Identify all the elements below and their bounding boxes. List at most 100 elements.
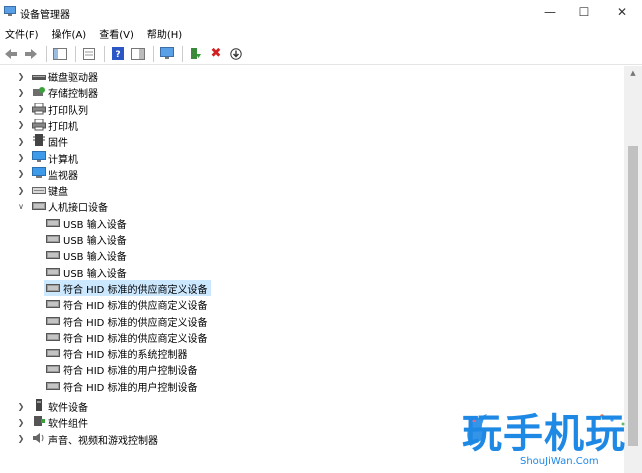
hid-icon xyxy=(46,316,60,325)
toolbar-separator xyxy=(75,45,76,62)
tree-item-label: 键盘 xyxy=(48,187,68,199)
tree-item-label: 磁盘驱动器 xyxy=(48,73,98,84)
chevron-right-icon[interactable]: ❯ xyxy=(16,169,26,179)
maximize-button[interactable]: ☐ xyxy=(566,0,602,24)
window-title: 设备管理器 xyxy=(20,10,70,21)
tree-item-label: 打印机 xyxy=(48,121,78,133)
tree-item-label: 监视器 xyxy=(48,170,78,182)
tree-item-label: USB 输入设备 xyxy=(63,252,127,264)
keyboard-icon xyxy=(32,187,46,195)
device-manager-icon xyxy=(4,6,16,16)
software-device-icon xyxy=(36,399,42,411)
close-icon: ✕ xyxy=(616,5,628,19)
tree-item-label: 计算机 xyxy=(48,154,78,166)
menu-help[interactable]: 帮助(H) xyxy=(142,26,190,41)
tree-item-hid-vendor-defined-selected[interactable]: 符合 HID 标准的供应商定义设备 xyxy=(44,279,211,296)
tree-item-label: 软件组件 xyxy=(48,419,88,431)
tree-item-label: 人机接口设备 xyxy=(48,203,108,215)
hid-icon xyxy=(46,332,60,341)
properties-button[interactable] xyxy=(80,45,98,63)
tree-item-label: USB 输入设备 xyxy=(63,268,127,280)
hid-icon xyxy=(46,235,60,243)
chevron-right-icon[interactable]: ❯ xyxy=(16,87,26,97)
hid-icon xyxy=(46,365,60,374)
toolbar-separator xyxy=(182,45,183,62)
tree-item-label: 符合 HID 标准的供应商定义设备 xyxy=(63,317,208,329)
hid-icon xyxy=(32,202,46,211)
show-hide-console-tree-button[interactable] xyxy=(51,45,69,63)
scan-hardware-button[interactable] xyxy=(158,45,176,63)
download-circle-icon xyxy=(230,47,242,60)
menu-view[interactable]: 查看(V) xyxy=(94,26,142,41)
hid-icon xyxy=(46,218,60,227)
svg-text:?: ? xyxy=(115,50,120,60)
help-icon: ? xyxy=(112,47,124,60)
firmware-icon xyxy=(33,134,45,147)
tree-item-label: 固件 xyxy=(48,138,68,150)
tree-item-label: 符合 HID 标准的用户控制设备 xyxy=(63,366,198,378)
tree-item-label: 打印队列 xyxy=(48,105,88,117)
hid-icon xyxy=(46,267,60,276)
tree-item-label: 声音、视频和游戏控制器 xyxy=(48,435,158,447)
forward-button[interactable] xyxy=(22,45,40,63)
monitor-icon xyxy=(32,166,46,178)
chevron-right-icon[interactable]: ❯ xyxy=(16,120,26,130)
tree-item-label: 符合 HID 标准的用户控制设备 xyxy=(63,382,198,394)
back-button[interactable] xyxy=(2,45,20,63)
menu-action[interactable]: 操作(A) xyxy=(47,26,95,41)
hid-icon xyxy=(46,300,60,309)
speaker-icon xyxy=(33,432,44,443)
help-button[interactable]: ? xyxy=(109,45,127,63)
tree-item-label: 符合 HID 标准的供应商定义设备 xyxy=(63,301,208,313)
toolbar-separator xyxy=(104,45,105,62)
chevron-right-icon[interactable]: ❯ xyxy=(16,185,26,195)
toolbar-separator xyxy=(46,45,47,62)
console-tree-icon xyxy=(53,47,67,60)
title-bar: 设备管理器 — ☐ ✕ xyxy=(0,0,642,24)
computer-icon xyxy=(32,150,46,162)
toolbar: ? ✖ xyxy=(0,43,642,65)
chevron-right-icon[interactable]: ❯ xyxy=(16,104,26,114)
hid-icon xyxy=(46,381,60,390)
hid-icon xyxy=(46,349,60,358)
red-x-icon: ✖ xyxy=(210,46,222,61)
software-component-icon xyxy=(34,416,45,427)
tree-item-label: USB 输入设备 xyxy=(63,236,127,247)
watermark-site: ShouJiWan.Com xyxy=(520,456,599,467)
action-pane-button[interactable] xyxy=(129,45,147,63)
maximize-icon: ☐ xyxy=(578,5,590,19)
chevron-right-icon[interactable]: ❯ xyxy=(16,71,26,81)
tree-item-label: USB 输入设备 xyxy=(63,219,127,231)
toolbar-separator xyxy=(153,45,154,62)
tree-item-label: 符合 HID 标准的供应商定义设备 xyxy=(63,333,208,345)
update-driver-button[interactable] xyxy=(187,45,205,63)
back-arrow-icon xyxy=(5,48,17,59)
scroll-up-icon[interactable]: ▲ xyxy=(624,66,642,80)
tree-item-label: 软件设备 xyxy=(48,403,88,414)
chevron-right-icon[interactable]: ❯ xyxy=(16,136,26,146)
uninstall-device-button[interactable]: ✖ xyxy=(207,45,225,63)
action-pane-icon xyxy=(131,47,145,60)
minimize-button[interactable]: — xyxy=(532,0,568,24)
chevron-right-icon[interactable]: ❯ xyxy=(16,417,26,427)
close-button[interactable]: ✕ xyxy=(604,0,640,24)
menu-file[interactable]: 文件(F) xyxy=(0,26,47,41)
watermark-brand: 玩手机玩 xyxy=(462,411,626,457)
properties-icon xyxy=(83,47,95,60)
printer-icon xyxy=(32,118,46,131)
hid-icon xyxy=(46,283,60,292)
chevron-right-icon[interactable]: ❯ xyxy=(16,153,26,163)
tree-item-label: 符合 HID 标准的系统控制器 xyxy=(63,350,188,362)
menu-bar: 文件(F) 操作(A) 查看(V) 帮助(H) xyxy=(0,24,642,42)
chevron-down-icon[interactable]: ∨ xyxy=(16,201,26,211)
disk-icon xyxy=(32,75,46,80)
chevron-right-icon[interactable]: ❯ xyxy=(16,401,26,411)
scrollbar-thumb[interactable] xyxy=(628,146,638,446)
disable-device-button[interactable] xyxy=(227,45,245,63)
tree-item-label: 存储控制器 xyxy=(48,89,98,101)
update-driver-icon xyxy=(191,48,201,59)
minimize-icon: — xyxy=(544,5,556,19)
monitor-scan-icon xyxy=(160,47,174,59)
chevron-right-icon[interactable]: ❯ xyxy=(16,434,26,444)
tree-item-label: 符合 HID 标准的供应商定义设备 xyxy=(63,284,208,296)
